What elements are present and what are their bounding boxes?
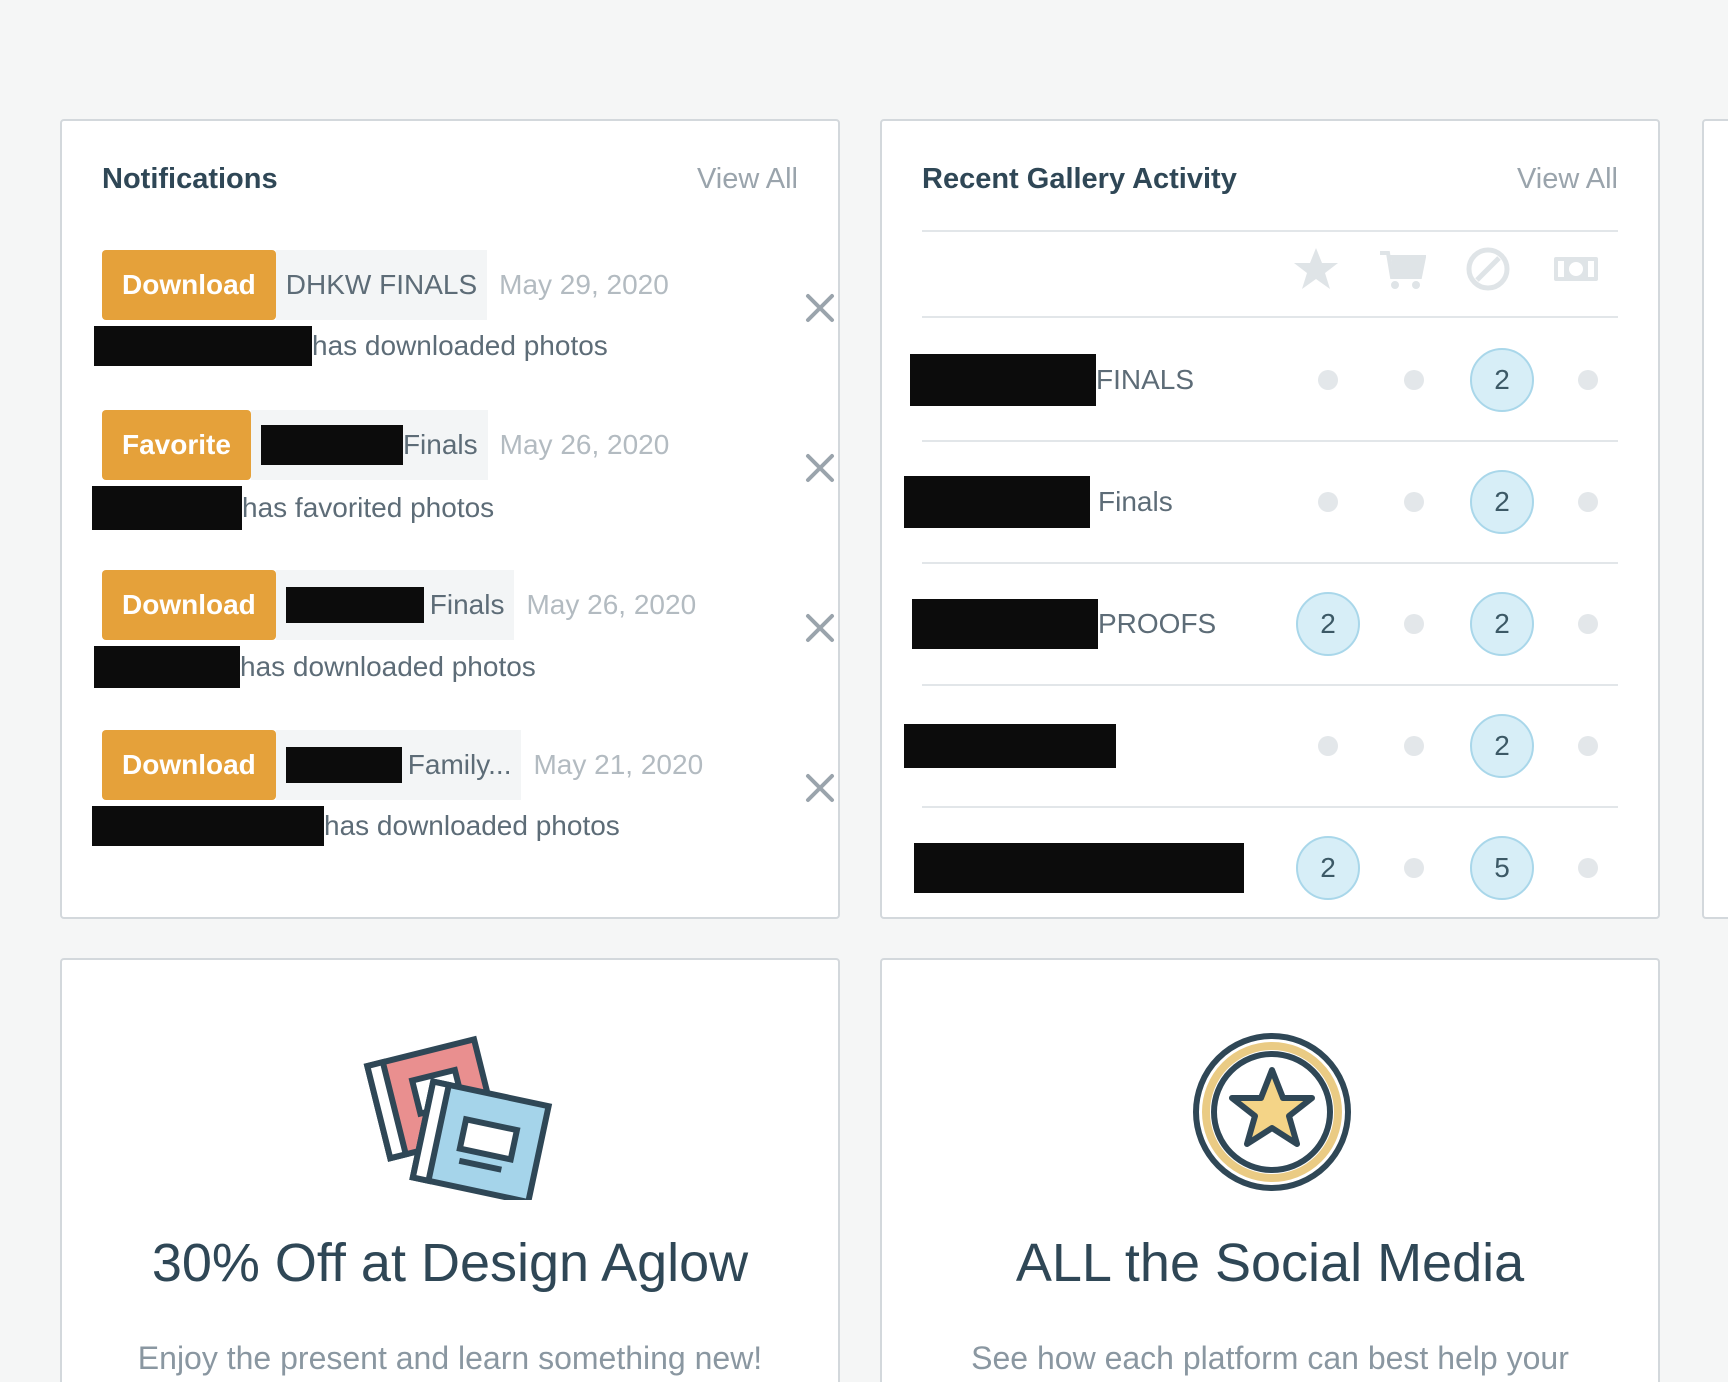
gallery-row[interactable]: Finals 2 <box>904 442 1630 562</box>
gallery-row[interactable]: 2 5 <box>910 808 1630 917</box>
notification-date: May 21, 2020 <box>533 749 704 780</box>
photo-albums-icon <box>363 1035 553 1200</box>
divider <box>922 316 1618 318</box>
gallery-name: FINALS <box>1096 364 1195 395</box>
empty-dot <box>1318 736 1338 756</box>
notification-gallery-name: Family... <box>407 749 512 780</box>
empty-dot <box>1318 370 1338 390</box>
gallery-activity-card: Recent Gallery Activity View All FINALS … <box>880 119 1660 919</box>
notifications-card: Notifications View All Download DHKW FIN… <box>60 119 840 919</box>
notification-gallery-tag[interactable]: Finals <box>250 410 488 480</box>
notification-item: Download Finals May 26, 2020 has downloa… <box>94 570 834 700</box>
redacted-client-name <box>92 806 324 846</box>
notification-date: May 29, 2020 <box>499 269 669 300</box>
redacted-client-name <box>94 326 312 366</box>
redacted-gallery-prefix <box>912 599 1098 649</box>
blocked-count[interactable]: 5 <box>1470 836 1534 900</box>
promo-subtitle: See how each platform can best help your <box>971 1340 1569 1376</box>
notification-date: May 26, 2020 <box>526 589 697 620</box>
favorites-count[interactable]: 2 <box>1296 836 1360 900</box>
notification-gallery-name: Finals <box>429 589 505 620</box>
notification-message: has downloaded photos <box>312 330 608 361</box>
redacted-gallery-name <box>914 843 1244 893</box>
notification-message: has downloaded photos <box>324 810 620 841</box>
blocked-icon <box>1466 247 1510 291</box>
blocked-count[interactable]: 2 <box>1470 470 1534 534</box>
gallery-name: PROOFS <box>1098 608 1217 639</box>
redacted-client-name <box>94 646 240 688</box>
notification-gallery-tag[interactable]: DHKW FINALS <box>275 250 488 320</box>
promo-card[interactable]: ALL the Social Media See how each platfo… <box>880 958 1660 1382</box>
star-icon <box>1294 248 1338 289</box>
empty-dot <box>1578 858 1598 878</box>
redacted-gallery-prefix <box>260 425 403 465</box>
notification-gallery-tag[interactable]: Family... <box>275 730 522 800</box>
empty-dot <box>1578 614 1598 634</box>
gallery-row-name <box>914 808 1244 917</box>
notification-gallery-name: DHKW FINALS <box>285 269 478 300</box>
promo-subtitle: Enjoy the present and learn something ne… <box>137 1340 763 1376</box>
promo-card[interactable]: 30% Off at Design Aglow Enjoy the presen… <box>60 958 840 1382</box>
promo-title: 30% Off at Design Aglow <box>151 1233 749 1293</box>
favorites-count[interactable]: 2 <box>1296 592 1360 656</box>
blocked-count[interactable]: 2 <box>1470 592 1534 656</box>
notification-type-badge[interactable]: Favorite <box>102 410 251 480</box>
notifications-view-all-link[interactable]: View All <box>697 163 798 196</box>
dismiss-close-icon[interactable] <box>802 450 838 486</box>
empty-dot <box>1404 492 1424 512</box>
notification-message: has downloaded photos <box>240 651 536 682</box>
notification-type-badge[interactable]: Download <box>102 250 276 320</box>
gallery-activity-title: Recent Gallery Activity <box>922 163 1237 195</box>
gallery-name: Finals <box>1098 486 1173 517</box>
redacted-gallery-name <box>904 724 1116 768</box>
dismiss-close-icon[interactable] <box>802 290 838 326</box>
notification-date: May 26, 2020 <box>499 429 670 460</box>
redacted-gallery-prefix <box>285 587 424 623</box>
redacted-client-name <box>92 486 242 530</box>
notification-item: Download Family... May 21, 2020 has down… <box>92 730 834 860</box>
empty-dot <box>1404 614 1424 634</box>
divider <box>922 230 1618 232</box>
dismiss-close-icon[interactable] <box>802 610 838 646</box>
empty-dot <box>1404 736 1424 756</box>
gallery-row-name: Finals <box>904 442 1173 562</box>
redacted-gallery-prefix <box>910 354 1096 406</box>
gallery-row[interactable]: PROOFS 2 2 <box>910 564 1630 684</box>
empty-dot <box>1404 858 1424 878</box>
dismiss-close-icon[interactable] <box>802 770 838 806</box>
promo-title: ALL the Social Media <box>1015 1233 1525 1293</box>
money-icon <box>1554 257 1598 281</box>
redacted-gallery-prefix <box>285 747 402 783</box>
gallery-activity-view-all-link[interactable]: View All <box>1517 163 1618 196</box>
blocked-count[interactable]: 2 <box>1470 714 1534 778</box>
empty-dot <box>1578 370 1598 390</box>
next-card-edge <box>1702 119 1728 919</box>
gallery-row[interactable]: 2 <box>904 686 1630 806</box>
notification-gallery-tag[interactable]: Finals <box>275 570 515 640</box>
empty-dot <box>1578 492 1598 512</box>
redacted-gallery-prefix <box>904 476 1090 528</box>
empty-dot <box>1404 370 1424 390</box>
notifications-title: Notifications <box>102 163 278 195</box>
gallery-row-name: FINALS <box>910 320 1194 440</box>
empty-dot <box>1578 736 1598 756</box>
gallery-row[interactable]: FINALS 2 <box>910 320 1630 440</box>
empty-dot <box>1318 492 1338 512</box>
notification-item: Favorite Finals May 26, 2020 has favorit… <box>92 410 834 540</box>
cart-icon <box>1380 251 1426 289</box>
star-badge-icon <box>1193 1033 1351 1191</box>
notification-type-badge[interactable]: Download <box>102 570 276 640</box>
gallery-row-name <box>904 686 1116 806</box>
blocked-count[interactable]: 2 <box>1470 348 1534 412</box>
gallery-row-name: PROOFS <box>912 564 1216 684</box>
notification-type-badge[interactable]: Download <box>102 730 276 800</box>
notification-item: Download DHKW FINALS May 29, 2020 has do… <box>94 250 834 380</box>
notification-gallery-name: Finals <box>402 429 478 460</box>
notification-message: has favorited photos <box>242 492 495 523</box>
